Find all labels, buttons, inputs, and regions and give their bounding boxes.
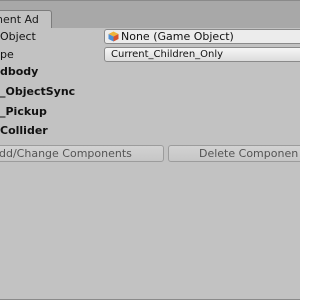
add-change-components-button[interactable]: dd/Change Components [0,145,164,162]
component-row-rigidbody: dbody [0,65,39,78]
object-field[interactable]: None (Game Object) [104,29,300,44]
tab-component-adder[interactable]: nent Ad [0,10,52,28]
object-field-label: Object [0,30,36,43]
delete-components-label: Delete Componen [199,147,299,160]
tab-bar: nent Ad [0,1,300,28]
game-object-cube-icon [108,31,119,42]
tab-title: nent Ad [0,13,39,26]
type-field-label: pe [0,48,14,61]
add-change-components-label: dd/Change Components [0,147,132,160]
component-row-object-sync: _ObjectSync [0,85,76,98]
type-dropdown[interactable]: Current_Children_Only [104,47,300,62]
component-adder-window: nent Ad Object None (Game Object) pe Cur… [0,0,300,300]
object-field-value: None (Game Object) [121,30,234,43]
component-row-pickup: _Pickup [0,105,47,118]
type-dropdown-value: Current_Children_Only [111,49,224,60]
delete-components-button[interactable]: Delete Componen [168,145,300,162]
component-row-collider: Collider [0,124,48,137]
